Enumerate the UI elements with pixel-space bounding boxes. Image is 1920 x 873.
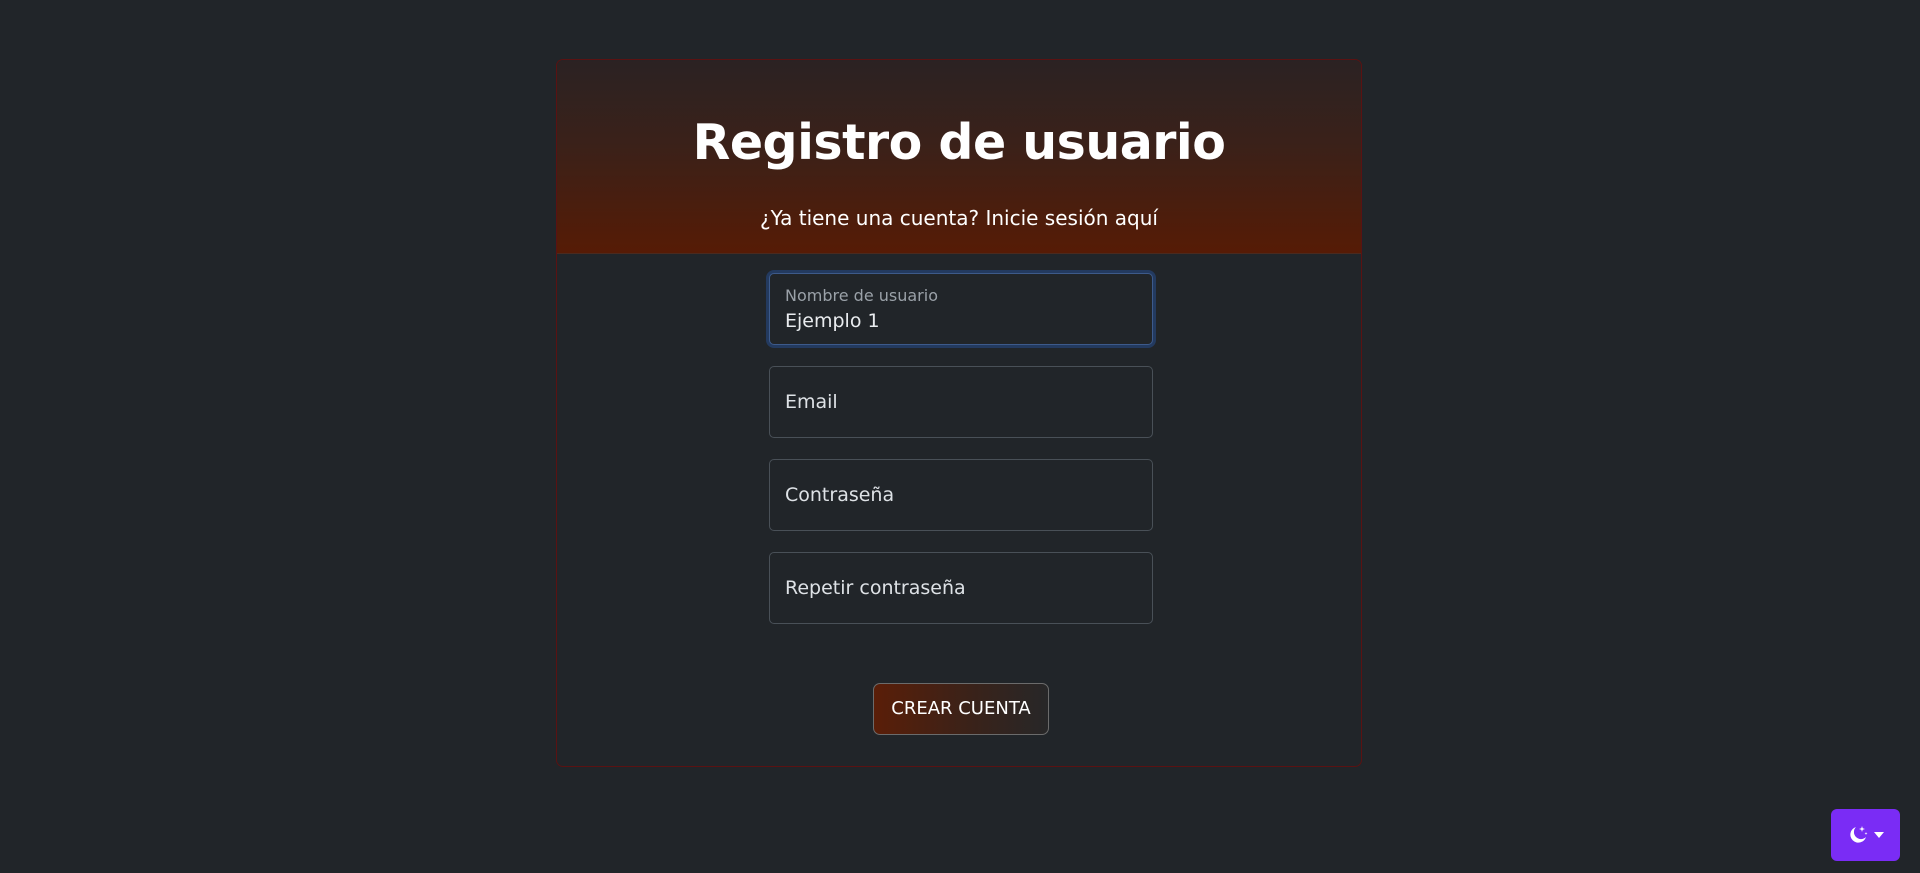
caret-down-icon — [1873, 831, 1885, 839]
registration-form: Nombre de usuario Ejemplo 1 Email Contra… — [769, 273, 1153, 645]
password-placeholder: Contraseña — [785, 484, 895, 506]
create-account-button[interactable]: CREAR CUENTA — [873, 683, 1049, 735]
page-title: Registro de usuario — [692, 114, 1226, 171]
registration-card: Registro de usuario ¿Ya tiene una cuenta… — [556, 59, 1362, 767]
email-placeholder: Email — [785, 391, 838, 413]
repeat-password-field[interactable]: Repetir contraseña — [769, 552, 1153, 624]
theme-toggle-button[interactable] — [1831, 809, 1900, 861]
password-field[interactable]: Contraseña — [769, 459, 1153, 531]
login-link[interactable]: ¿Ya tiene una cuenta? Inicie sesión aquí — [557, 206, 1361, 230]
repeat-password-placeholder: Repetir contraseña — [785, 577, 966, 599]
username-value: Ejemplo 1 — [785, 310, 880, 332]
moon-stars-icon — [1847, 824, 1869, 846]
username-label: Nombre de usuario — [785, 286, 938, 305]
username-field[interactable]: Nombre de usuario Ejemplo 1 — [769, 273, 1153, 345]
email-field[interactable]: Email — [769, 366, 1153, 438]
card-header: Registro de usuario ¿Ya tiene una cuenta… — [557, 60, 1361, 254]
